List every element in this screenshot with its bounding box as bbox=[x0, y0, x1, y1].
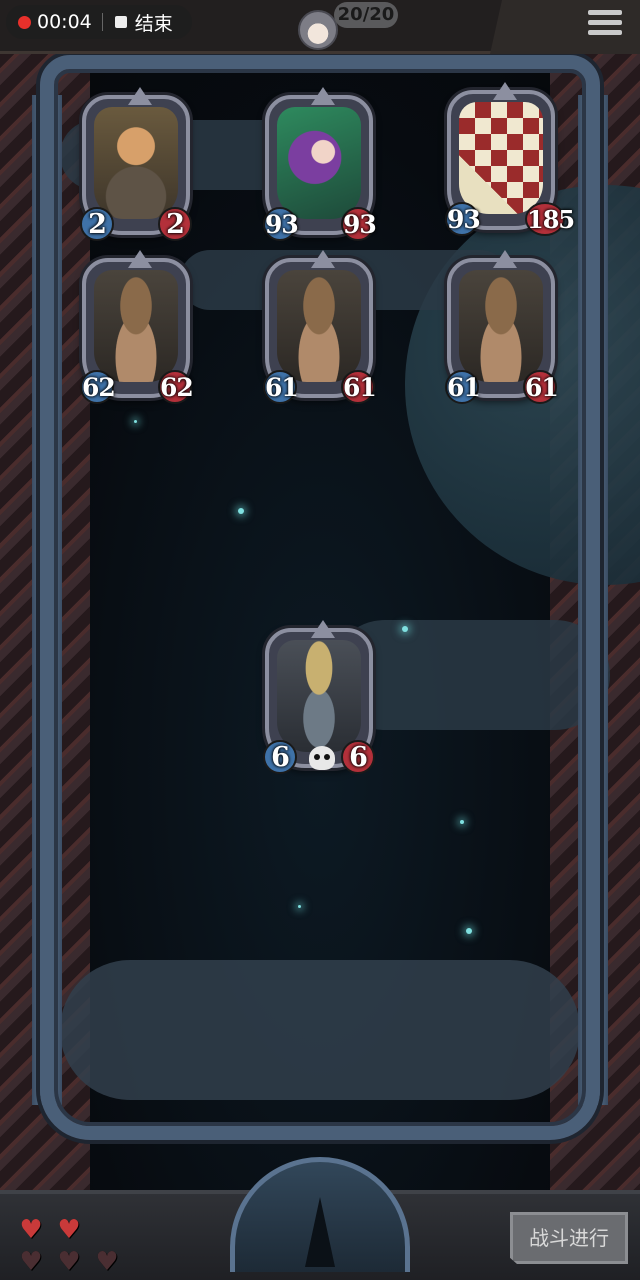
ace-card[interactable]: 93 185 bbox=[445, 82, 575, 236]
health-stat: 93 bbox=[341, 207, 377, 241]
attack-stat: 93 bbox=[263, 207, 299, 241]
witch-card[interactable]: 93 93 bbox=[263, 87, 377, 241]
top-bar: 00:04 结束 20/20 bbox=[0, 0, 640, 54]
player-robot-card[interactable]: 6 6 bbox=[263, 620, 375, 774]
card-art bbox=[459, 102, 543, 214]
recording-time: 00:04 bbox=[37, 11, 92, 33]
divider bbox=[101, 13, 103, 31]
health-stat: 61 bbox=[523, 370, 559, 404]
health-stat: 61 bbox=[341, 370, 377, 404]
health-stat: 62 bbox=[158, 370, 194, 404]
card-art bbox=[277, 107, 361, 219]
recording-dot-icon bbox=[18, 15, 31, 29]
heart-empty-icon: ♥ bbox=[95, 1247, 119, 1277]
attack-stat: 6 bbox=[263, 740, 297, 774]
heart-icon: ♥ bbox=[57, 1215, 81, 1245]
heart-empty-icon: ♥ bbox=[19, 1247, 43, 1277]
attack-stat: 2 bbox=[80, 207, 114, 241]
turn-counter: 20/20 bbox=[334, 2, 398, 28]
heart-icon: ♥ bbox=[19, 1215, 43, 1245]
battle-in-progress-button[interactable]: 战斗进行 bbox=[510, 1212, 628, 1264]
stop-icon bbox=[114, 16, 127, 28]
opponent-avatar[interactable] bbox=[298, 10, 338, 50]
card-art bbox=[459, 270, 543, 382]
skull-icon bbox=[309, 746, 335, 770]
health-stat: 6 bbox=[341, 740, 375, 774]
bucket-card-3[interactable]: 61 61 bbox=[445, 250, 559, 404]
bucket-card-2[interactable]: 61 61 bbox=[263, 250, 377, 404]
attack-stat: 61 bbox=[445, 370, 481, 404]
kid-card[interactable]: 2 2 bbox=[80, 87, 192, 241]
health-stat: 185 bbox=[525, 202, 575, 236]
card-art bbox=[277, 640, 361, 752]
card-art bbox=[94, 107, 178, 219]
attack-stat: 62 bbox=[80, 370, 116, 404]
stop-recording-label: 结束 bbox=[134, 12, 173, 35]
bucket-card-1[interactable]: 62 62 bbox=[80, 250, 194, 404]
menu-icon[interactable] bbox=[588, 10, 622, 40]
card-art bbox=[277, 270, 361, 382]
screen-recording-pill[interactable]: 00:04 结束 bbox=[6, 5, 192, 39]
attack-stat: 93 bbox=[445, 202, 481, 236]
health-stat: 2 bbox=[158, 207, 192, 241]
card-art bbox=[94, 270, 178, 382]
heart-empty-icon: ♥ bbox=[57, 1247, 81, 1277]
attack-stat: 61 bbox=[263, 370, 299, 404]
